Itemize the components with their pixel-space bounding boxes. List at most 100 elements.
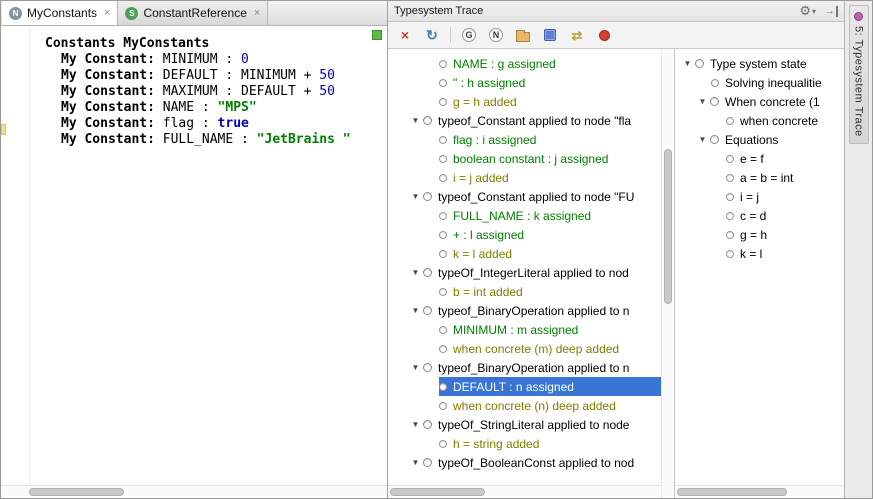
- tree-row-label: typeof_Constant applied to node "fla: [438, 114, 631, 128]
- code-token: My Constant:: [61, 84, 155, 99]
- tree-row[interactable]: g = h added: [439, 92, 661, 111]
- tab-label: MyConstants: [27, 6, 97, 20]
- state-tree-wrap: ▼Type system stateSolving inequalitie▼Wh…: [674, 49, 844, 498]
- code-line[interactable]: Constants MyConstants: [45, 36, 369, 52]
- trace-vertical-scrollbar[interactable]: [661, 49, 674, 498]
- code-token: MAXIMUM : DEFAULT +: [155, 84, 319, 99]
- expand-arrow-icon[interactable]: ▼: [409, 268, 422, 277]
- tree-row[interactable]: DEFAULT : n assigned: [439, 377, 661, 396]
- tree-row[interactable]: Solving inequalitie: [711, 73, 844, 92]
- scrollbar-thumb[interactable]: [664, 149, 672, 304]
- tree-row[interactable]: + : l assigned: [439, 225, 661, 244]
- scrollbar-thumb[interactable]: [390, 488, 485, 496]
- bullet-icon: [726, 174, 734, 182]
- bullet-icon: [726, 212, 734, 220]
- bullet-icon: [726, 250, 734, 258]
- expand-arrow-icon[interactable]: ▼: [681, 59, 694, 68]
- typesystem-trace-panel: Typesystem Trace ⚙▾ → × ↻ GN ⇄ NAME : g ass…: [388, 1, 844, 498]
- tree-row[interactable]: when concrete (n) deep added: [439, 396, 661, 415]
- expand-arrow-icon[interactable]: ▼: [409, 116, 422, 125]
- tree-row-label: when concrete (m) deep added: [453, 342, 619, 356]
- expand-arrow-icon[interactable]: ▼: [409, 306, 422, 315]
- tree-row[interactable]: NAME : g assigned: [439, 54, 661, 73]
- node-circle-icon: [423, 420, 432, 429]
- bullet-icon: [439, 155, 447, 163]
- tree-row[interactable]: k = l: [726, 244, 844, 263]
- node-letter-icon[interactable]: N: [486, 25, 506, 45]
- code-token: flag :: [155, 116, 218, 131]
- tree-row[interactable]: when concrete (m) deep added: [439, 339, 661, 358]
- expand-arrow-icon[interactable]: ▼: [409, 192, 422, 201]
- sync-icon[interactable]: ⇄: [567, 25, 587, 45]
- errors-icon[interactable]: [594, 25, 614, 45]
- tree-row[interactable]: ▼Type system state: [681, 54, 844, 73]
- editor-tab[interactable]: SConstantReference×: [118, 1, 268, 25]
- tree-row[interactable]: ▼ typeof_Constant applied to node "FU: [409, 187, 661, 206]
- tree-row[interactable]: flag : i assigned: [439, 130, 661, 149]
- close-tab-icon[interactable]: ×: [254, 7, 260, 19]
- expand-arrow-icon[interactable]: ▼: [409, 363, 422, 372]
- tree-row-label: k = l added: [453, 247, 512, 261]
- code-line[interactable]: My Constant: flag : true: [45, 116, 369, 132]
- close-icon[interactable]: ×: [395, 25, 415, 45]
- expand-arrow-icon[interactable]: ▼: [409, 458, 422, 467]
- code-line[interactable]: My Constant: FULL_NAME : "JetBrains ": [45, 132, 369, 148]
- errors-icon: [599, 30, 610, 41]
- node-circle-icon: [423, 363, 432, 372]
- tree-row[interactable]: boolean constant : j assigned: [439, 149, 661, 168]
- model-icon[interactable]: [540, 25, 560, 45]
- code-editor[interactable]: Constants MyConstantsMy Constant: MINIMU…: [1, 26, 387, 498]
- tree-row[interactable]: ▼typeof_BinaryOperation applied to n: [409, 301, 661, 320]
- tree-row[interactable]: i = j: [726, 187, 844, 206]
- tree-row[interactable]: a = b = int: [726, 168, 844, 187]
- code-area[interactable]: Constants MyConstantsMy Constant: MINIMU…: [45, 36, 369, 148]
- tree-row[interactable]: ▼typeOf_IntegerLiteral applied to nod: [409, 263, 661, 282]
- expand-arrow-icon[interactable]: ▼: [409, 420, 422, 429]
- node-letter-icon: N: [489, 28, 503, 42]
- hide-panel-icon[interactable]: →: [824, 6, 838, 17]
- tree-row[interactable]: ▼ typeof_BinaryOperation applied to n: [409, 358, 661, 377]
- tree-row[interactable]: ▼ typeof_Constant applied to node "fla: [409, 111, 661, 130]
- generator-letter-icon[interactable]: G: [459, 25, 479, 45]
- trace-panel-header: Typesystem Trace ⚙▾ →: [388, 1, 844, 22]
- state-horizontal-scrollbar[interactable]: [675, 485, 844, 498]
- tree-row[interactable]: when concrete: [726, 111, 844, 130]
- expand-arrow-icon[interactable]: ▼: [696, 135, 709, 144]
- tool-tab-typesystem-trace[interactable]: 5: Typesystem Trace: [849, 5, 869, 144]
- node-circle-icon: [710, 97, 719, 106]
- editor-tab[interactable]: NMyConstants×: [2, 1, 118, 25]
- code-line[interactable]: My Constant: NAME : "MPS": [45, 100, 369, 116]
- tree-row[interactable]: ▼When concrete (1: [696, 92, 844, 111]
- tree-row[interactable]: " : h assigned: [439, 73, 661, 92]
- rerun-icon[interactable]: ↻: [422, 25, 442, 45]
- trace-tree: NAME : g assigned" : h assignedg = h add…: [388, 54, 661, 485]
- trace-horizontal-scrollbar[interactable]: [388, 485, 661, 498]
- tree-row[interactable]: e = f: [726, 149, 844, 168]
- file-type-icon: S: [125, 7, 138, 20]
- tree-row[interactable]: b = int added: [439, 282, 661, 301]
- tree-row[interactable]: ▼typeOf_StringLiteral applied to node: [409, 415, 661, 434]
- gear-icon[interactable]: ⚙▾: [799, 3, 816, 19]
- tree-row-label: typeof_Constant applied to node "FU: [438, 190, 634, 204]
- tree-row[interactable]: FULL_NAME : k assigned: [439, 206, 661, 225]
- tree-row[interactable]: i = j added: [439, 168, 661, 187]
- tree-row[interactable]: h = string added: [439, 434, 661, 453]
- editor-horizontal-scrollbar[interactable]: [1, 485, 387, 498]
- code-line[interactable]: My Constant: DEFAULT : MINIMUM + 50: [45, 68, 369, 84]
- code-line[interactable]: My Constant: MAXIMUM : DEFAULT + 50: [45, 84, 369, 100]
- scrollbar-thumb[interactable]: [677, 488, 787, 496]
- tree-row-label: typeof_BinaryOperation applied to n: [438, 361, 629, 375]
- expand-arrow-icon[interactable]: ▼: [696, 97, 709, 106]
- tree-row[interactable]: g = h: [726, 225, 844, 244]
- tree-row[interactable]: ▼Equations: [696, 130, 844, 149]
- folder-icon[interactable]: [513, 25, 533, 45]
- tree-row[interactable]: k = l added: [439, 244, 661, 263]
- scrollbar-thumb[interactable]: [29, 488, 124, 496]
- tree-row[interactable]: MINIMUM : m assigned: [439, 320, 661, 339]
- close-tab-icon[interactable]: ×: [104, 7, 110, 19]
- tree-row[interactable]: ▼typeOf_BooleanConst applied to nod: [409, 453, 661, 472]
- tree-row[interactable]: c = d: [726, 206, 844, 225]
- code-line[interactable]: My Constant: MINIMUM : 0: [45, 52, 369, 68]
- rerun-icon: ↻: [426, 28, 438, 42]
- bullet-icon: [439, 79, 447, 87]
